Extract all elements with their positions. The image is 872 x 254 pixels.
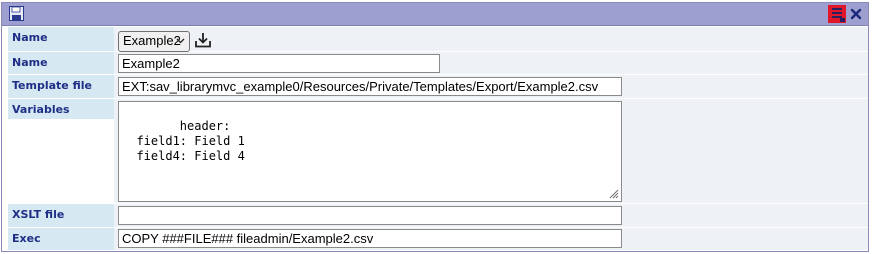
variables-text: header: field1: Field 1 field4: Field 4 [136, 119, 245, 163]
close-icon[interactable] [850, 8, 862, 20]
form-row-xslt-file: XSLT file [2, 204, 868, 227]
field-label: Name [8, 27, 114, 51]
field-value [114, 204, 868, 227]
exec-input[interactable]: COPY ###FILE### fileadmin/Example2.csv [118, 229, 622, 248]
field-value: Example2 [114, 52, 868, 74]
field-label: Template file [8, 75, 114, 98]
form-row-variables: Variables header: field1: Field 1 field4… [2, 99, 868, 203]
save-icon[interactable] [9, 6, 24, 21]
variables-textarea[interactable]: header: field1: Field 1 field4: Field 4 [118, 101, 622, 202]
configuration-select[interactable]: Example2 [118, 31, 190, 52]
field-label: Name [8, 52, 114, 74]
field-value: Example2 [114, 27, 868, 52]
export-icon[interactable] [828, 5, 846, 23]
field-label: Variables [8, 99, 114, 119]
form-row-exec: Exec COPY ###FILE### fileadmin/Example2.… [2, 228, 868, 250]
toolbar-actions [828, 5, 862, 23]
xslt-file-input[interactable] [118, 206, 622, 225]
select-value: Example2 [123, 33, 181, 48]
form-row-name-select: Name Example2 [2, 27, 868, 52]
chevron-down-icon [176, 38, 185, 44]
field-value: EXT:sav_librarymvc_example0/Resources/Pr… [114, 75, 868, 98]
field-value: header: field1: Field 1 field4: Field 4 [114, 99, 868, 203]
field-label: XSLT file [8, 204, 114, 227]
form-row-template-file: Template file EXT:sav_librarymvc_example… [2, 75, 868, 98]
name-input[interactable]: Example2 [118, 54, 440, 73]
toolbar [2, 3, 868, 26]
download-icon[interactable] [194, 32, 212, 48]
field-value: COPY ###FILE### fileadmin/Example2.csv [114, 228, 868, 250]
resize-grip-icon[interactable] [608, 188, 619, 199]
template-file-input[interactable]: EXT:sav_librarymvc_example0/Resources/Pr… [118, 77, 622, 96]
export-configuration-panel: Name Example2 Name Example2 Template fil… [1, 2, 869, 252]
field-label: Exec [8, 228, 114, 250]
form-row-name: Name Example2 [2, 52, 868, 74]
